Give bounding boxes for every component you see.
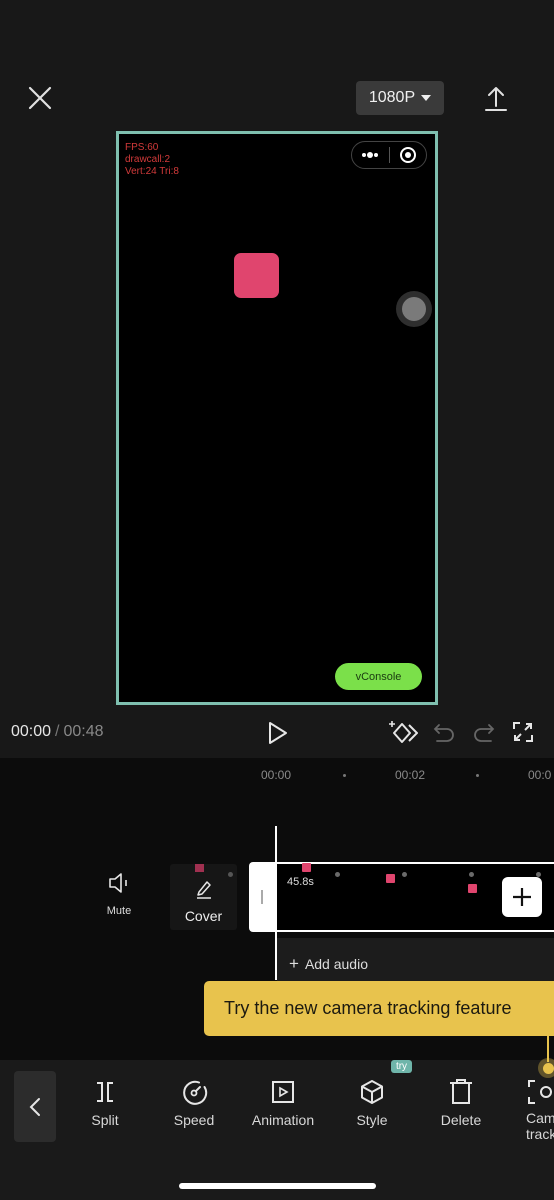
timeline-tick: 00:0	[528, 768, 552, 782]
cover-thumb-dot	[228, 872, 233, 877]
tooltip-anchor-dot	[538, 1058, 554, 1078]
more-icon	[362, 152, 379, 158]
timeline-tick-dot	[476, 774, 479, 777]
clip-thumb-dot	[469, 872, 474, 877]
grip-icon	[261, 890, 263, 904]
tool-label: Speed	[173, 1112, 215, 1128]
add-audio-button[interactable]: + Add audio	[277, 938, 554, 982]
redo-button[interactable]	[472, 721, 496, 745]
time-display: 00:00/00:48	[11, 723, 104, 741]
keyframe-button[interactable]	[388, 718, 419, 748]
vconsole-button[interactable]: vConsole	[335, 663, 422, 690]
tool-animation[interactable]: Animation	[243, 1078, 323, 1128]
joystick[interactable]	[396, 291, 432, 327]
delete-icon	[450, 1079, 472, 1104]
debug-stats: FPS:60 drawcall:2 Vert:24 Tri:8	[125, 142, 179, 178]
target-icon	[399, 147, 416, 163]
cover-thumb-marker	[195, 864, 204, 872]
plus-icon: +	[289, 954, 299, 973]
plus-icon	[513, 888, 531, 906]
clip-trim-handle[interactable]	[249, 862, 277, 932]
keyframe-icon	[389, 721, 419, 743]
clip-thumb-marker	[468, 884, 477, 893]
timeline-tick: 00:00	[261, 768, 292, 782]
tool-label: Delete	[440, 1112, 482, 1128]
joystick-knob[interactable]	[402, 297, 426, 321]
tool-camera-tracking[interactable]: Cam track	[510, 1078, 554, 1142]
add-clip-button[interactable]	[502, 877, 542, 917]
clip-duration: 45.8s	[287, 876, 314, 888]
add-audio-label: + Add audio	[289, 954, 368, 974]
mute-button[interactable]: Mute	[96, 872, 142, 917]
tool-style[interactable]: Style	[332, 1078, 412, 1128]
feature-tooltip[interactable]: Try the new camera tracking feature	[204, 981, 554, 1036]
tool-label: Split	[91, 1112, 119, 1128]
fps-stat: FPS:60	[125, 142, 159, 153]
mute-label: Mute	[106, 905, 132, 917]
undo-button[interactable]	[432, 721, 456, 745]
drawcall-stat: drawcall:2	[125, 154, 171, 165]
tooltip-text: Try the new camera tracking feature	[224, 998, 512, 1018]
play-button[interactable]	[266, 720, 290, 746]
caret-down-icon	[421, 95, 432, 101]
clip-thumb-dot	[402, 872, 407, 877]
tool-label: Style	[356, 1112, 388, 1128]
clip-thumb-dot	[335, 872, 340, 877]
pencil-icon	[196, 881, 211, 899]
redo-icon	[474, 724, 495, 742]
export-button[interactable]	[482, 82, 510, 114]
clip-thumb-marker	[302, 863, 311, 872]
miniprogram-capsule	[351, 141, 427, 169]
play-icon	[269, 722, 287, 744]
chevron-left-icon	[29, 1097, 40, 1116]
close-icon	[28, 86, 52, 110]
vert-tri-stat: Vert:24 Tri:8	[125, 166, 179, 177]
cover-label: Cover	[184, 908, 223, 924]
tooltip-anchor-dot-inner	[542, 1062, 554, 1074]
tool-delete[interactable]: Delete	[421, 1078, 501, 1128]
style-icon	[361, 1080, 383, 1104]
tool-split[interactable]: Split	[65, 1078, 145, 1128]
more-button[interactable]	[352, 142, 389, 168]
add-audio-text: Add audio	[304, 956, 368, 972]
game-square	[234, 253, 279, 298]
try-badge: try	[391, 1060, 412, 1073]
current-time: 00:00	[11, 723, 52, 740]
speaker-icon	[109, 873, 127, 893]
timeline-tick: 00:02	[395, 768, 426, 782]
timeline-tick-dot	[343, 774, 346, 777]
playhead[interactable]	[275, 826, 277, 980]
resolution-label: 1080P	[368, 89, 416, 106]
speed-icon	[183, 1080, 208, 1105]
resolution-dropdown[interactable]: 1080P	[356, 81, 444, 115]
upload-icon	[485, 87, 507, 111]
cover-button[interactable]: Cover	[170, 864, 237, 930]
exit-button[interactable]	[390, 142, 427, 168]
tool-speed[interactable]: Speed	[154, 1078, 234, 1128]
total-time: 00:48	[63, 723, 104, 740]
close-button[interactable]	[24, 82, 56, 114]
clip-thumb-marker	[386, 874, 395, 883]
video-preview[interactable]: FPS:60 drawcall:2 Vert:24 Tri:8 vConsole	[116, 131, 438, 705]
time-separator: /	[55, 723, 60, 740]
undo-icon	[433, 724, 454, 742]
back-button[interactable]	[14, 1071, 56, 1142]
camera-tracking-icon	[528, 1080, 552, 1104]
fullscreen-button[interactable]	[511, 720, 535, 744]
animation-icon	[272, 1081, 294, 1103]
tool-label: Animation	[251, 1112, 315, 1128]
split-icon	[97, 1082, 113, 1102]
home-indicator[interactable]	[179, 1183, 376, 1189]
fullscreen-icon	[513, 722, 533, 742]
tool-label: Cam track	[526, 1110, 554, 1142]
